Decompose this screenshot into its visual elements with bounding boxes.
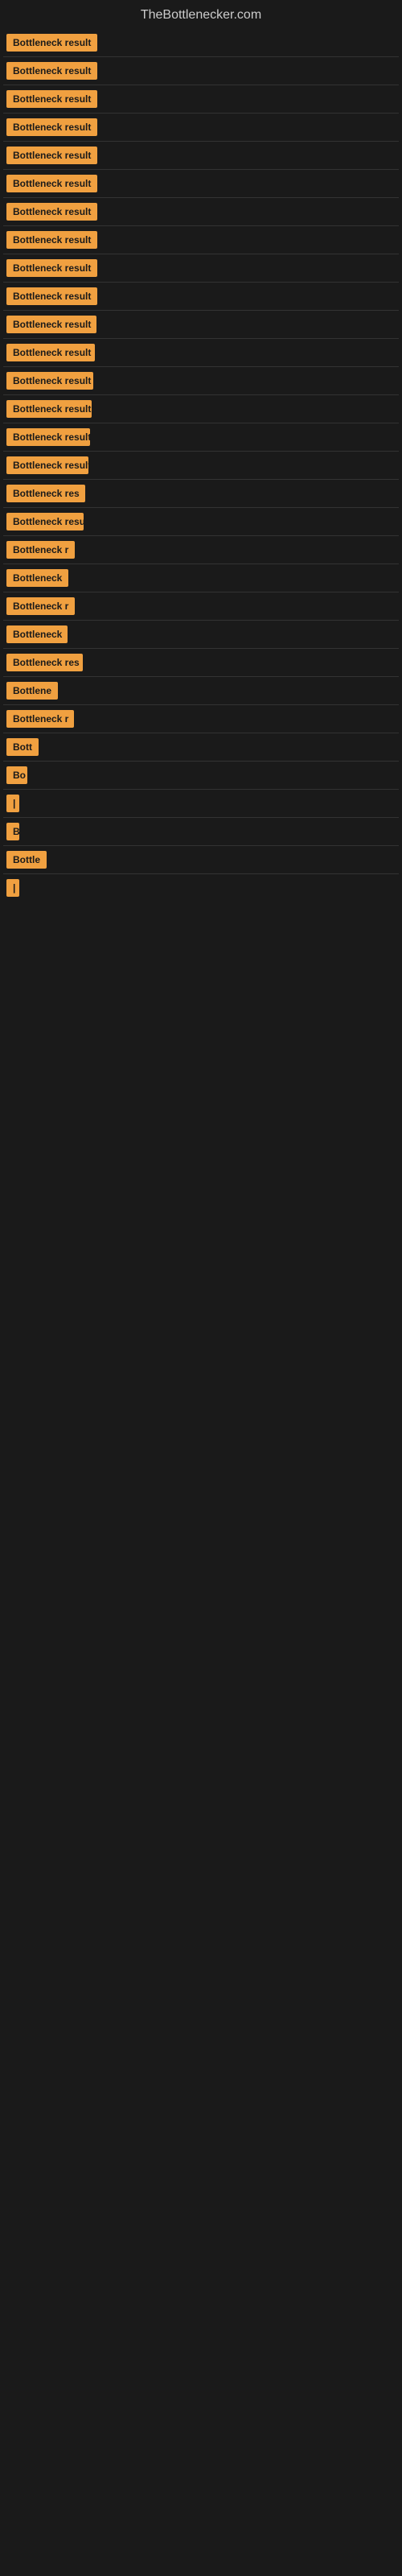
- list-item: Bottleneck res: [3, 480, 399, 507]
- bottleneck-badge: Bottleneck result: [6, 513, 84, 530]
- bottleneck-badge: Bottleneck result: [6, 428, 90, 446]
- list-item: Bottleneck result: [3, 226, 399, 254]
- list-item: Bo: [3, 762, 399, 789]
- list-item: Bottleneck result: [3, 339, 399, 366]
- list-item: Bottleneck result: [3, 452, 399, 479]
- bottleneck-badge: Bottleneck result: [6, 456, 88, 474]
- list-item: Bottleneck result: [3, 283, 399, 310]
- list-item: Bottleneck result: [3, 311, 399, 338]
- list-item: Bottleneck result: [3, 508, 399, 535]
- list-item: Bottleneck r: [3, 705, 399, 733]
- list-item: Bottleneck result: [3, 423, 399, 451]
- items-list: Bottleneck result Bottleneck result Bottle…: [0, 29, 402, 902]
- bottleneck-badge: Bottleneck result: [6, 62, 97, 80]
- site-title: TheBottlenecker.com: [0, 0, 402, 29]
- bottleneck-badge: Bottleneck result: [6, 344, 95, 361]
- bottleneck-badge: |: [6, 795, 19, 812]
- bottleneck-badge: Bott: [6, 738, 39, 756]
- bottleneck-badge: Bottleneck result: [6, 90, 97, 108]
- bottleneck-badge: Bottleneck result: [6, 259, 97, 277]
- bottleneck-badge: Bottleneck result: [6, 175, 97, 192]
- bottleneck-badge: Bottleneck result: [6, 316, 96, 333]
- bottleneck-badge: Bottleneck result: [6, 400, 92, 418]
- bottleneck-badge: Bottleneck res: [6, 654, 83, 671]
- list-item: |: [3, 790, 399, 817]
- list-item: Bottleneck: [3, 621, 399, 648]
- list-item: Bottleneck r: [3, 536, 399, 564]
- list-item: Bottleneck result: [3, 114, 399, 141]
- bottleneck-badge: Bottleneck result: [6, 287, 97, 305]
- list-item: Bottle: [3, 846, 399, 873]
- list-item: Bottlene: [3, 677, 399, 704]
- bottleneck-badge: Bottle: [6, 851, 47, 869]
- list-item: B: [3, 818, 399, 845]
- bottleneck-badge: Bottleneck r: [6, 710, 74, 728]
- list-item: Bottleneck result: [3, 367, 399, 394]
- bottleneck-badge: Bottleneck result: [6, 231, 97, 249]
- list-item: Bottleneck res: [3, 649, 399, 676]
- bottleneck-badge: Bottleneck r: [6, 541, 75, 559]
- bottleneck-badge: Bottlene: [6, 682, 58, 700]
- bottleneck-badge: Bottleneck result: [6, 372, 93, 390]
- bottleneck-badge: Bottleneck result: [6, 34, 97, 52]
- bottleneck-badge: B: [6, 823, 19, 840]
- bottleneck-badge: Bottleneck result: [6, 203, 97, 221]
- bottleneck-badge: Bottleneck: [6, 625, 68, 643]
- list-item: Bottleneck result: [3, 85, 399, 113]
- list-item: Bottleneck result: [3, 198, 399, 225]
- list-item: Bottleneck: [3, 564, 399, 592]
- list-item: Bott: [3, 733, 399, 761]
- bottleneck-badge: Bottleneck result: [6, 147, 97, 164]
- list-item: Bottleneck result: [3, 170, 399, 197]
- list-item: Bottleneck r: [3, 592, 399, 620]
- list-item: |: [3, 874, 399, 902]
- list-item: Bottleneck result: [3, 29, 399, 56]
- list-item: Bottleneck result: [3, 142, 399, 169]
- bottleneck-badge: |: [6, 879, 19, 897]
- bottleneck-badge: Bottleneck res: [6, 485, 85, 502]
- bottleneck-badge: Bottleneck r: [6, 597, 75, 615]
- list-item: Bottleneck result: [3, 254, 399, 282]
- bottleneck-badge: Bottleneck: [6, 569, 68, 587]
- bottleneck-badge: Bottleneck result: [6, 118, 97, 136]
- list-item: Bottleneck result: [3, 57, 399, 85]
- bottleneck-badge: Bo: [6, 766, 27, 784]
- list-item: Bottleneck result: [3, 395, 399, 423]
